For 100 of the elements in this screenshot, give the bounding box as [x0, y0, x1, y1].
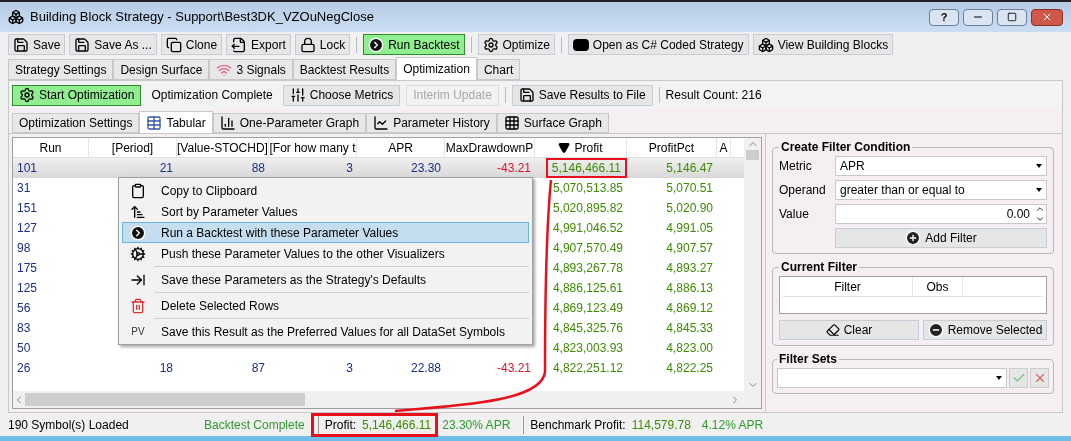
- table-cell: 5,070,513.85: [552, 181, 623, 195]
- filter-set-dropdown[interactable]: [777, 368, 1007, 388]
- menu-item[interactable]: Delete Selected Rows: [122, 295, 529, 321]
- table-icon: [146, 114, 163, 131]
- tab[interactable]: Design Surface: [113, 59, 210, 80]
- menu-item[interactable]: Save these Parameters as the Strategy's Defaults: [122, 269, 529, 295]
- operand-dropdown[interactable]: greater than or equal to: [835, 180, 1047, 200]
- scrollbar-thumb[interactable]: [746, 150, 759, 160]
- toolbar-button[interactable]: Optimize: [477, 34, 555, 55]
- column-header[interactable]: [For how many t: [269, 138, 357, 157]
- close-icon: [1041, 11, 1053, 23]
- column-header[interactable]: Obs: [913, 277, 963, 296]
- value-spinner[interactable]: 0.00: [835, 204, 1047, 224]
- tab[interactable]: Backtest Results: [292, 59, 397, 80]
- toolbar-button[interactable]: Save: [8, 34, 66, 55]
- table-cell: 4,823,003.93: [552, 341, 623, 355]
- table-cell: -43.21: [496, 361, 531, 375]
- clear-button[interactable]: Clear: [779, 320, 919, 340]
- vertical-scrollbar[interactable]: [744, 138, 761, 391]
- field-label: Value: [779, 206, 810, 223]
- check-icon: [1011, 371, 1026, 385]
- gear-icon: [482, 36, 499, 53]
- menu-item[interactable]: PV Save this Result as the Preferred Values for all DataSet Symbols: [122, 321, 529, 342]
- table-row[interactable]: 26 18 87 3 22.88 -43.21 4,822,251.12 4,822.25: [13, 358, 744, 378]
- add-filter-button[interactable]: Add Filter: [835, 228, 1047, 248]
- tab[interactable]: Parameter History: [366, 113, 497, 133]
- toolbar-button[interactable]: Save As ...: [69, 34, 157, 55]
- table-cell: 4,822.25: [666, 361, 713, 375]
- toolbar-button[interactable]: Clone: [160, 34, 223, 55]
- tab[interactable]: Optimization Settings: [12, 113, 140, 133]
- play-circle-icon: [130, 224, 146, 241]
- tab[interactable]: Optimization: [396, 57, 477, 80]
- column-header[interactable]: Filter: [783, 277, 913, 296]
- eraser-icon: [825, 323, 840, 337]
- optimization-status: Optimization Complete: [150, 87, 274, 104]
- column-header[interactable]: [Value-STOCHD]: [177, 138, 269, 157]
- table-cell: 21: [159, 161, 173, 175]
- scrollbar-thumb[interactable]: [25, 393, 305, 406]
- toolbar-button[interactable]: Export: [226, 34, 291, 55]
- column-header[interactable]: [Period]: [89, 138, 177, 157]
- column-header[interactable]: A: [717, 138, 731, 157]
- column-header[interactable]: MaxDrawdownP: [445, 138, 535, 157]
- horizontal-scrollbar[interactable]: [13, 391, 761, 408]
- delete-button[interactable]: [1030, 368, 1049, 388]
- minus-circle-icon: [927, 322, 944, 338]
- tab[interactable]: Surface Graph: [496, 113, 609, 133]
- save-icon: [13, 36, 29, 53]
- tab[interactable]: Chart: [476, 59, 521, 80]
- save-icon: [74, 36, 91, 53]
- menu-item[interactable]: Sort by Parameter Values: [122, 201, 529, 222]
- table-cell: 4,991,046.52: [552, 221, 623, 235]
- toolbar-button[interactable]: View Building Blocks: [752, 34, 894, 55]
- group-title: Create Filter Condition: [780, 139, 912, 156]
- table-cell: 23.30: [410, 161, 441, 175]
- app-icon: [8, 9, 24, 25]
- close-button[interactable]: [1031, 8, 1063, 26]
- table-cell: 4,907.57: [666, 241, 713, 255]
- help-button[interactable]: ?: [929, 8, 959, 26]
- field-label: Operand: [779, 182, 827, 199]
- tab[interactable]: 3 Signals: [209, 59, 293, 80]
- table-row[interactable]: 101 21 88 3 23.30 -43.21 5,146,466.11 5,146.47: [13, 158, 744, 178]
- dropdown-arrow-icon: [1036, 164, 1042, 168]
- grid-icon: [503, 115, 520, 131]
- menu-item[interactable]: Run a Backtest with these Parameter Values: [122, 222, 529, 243]
- field-label: Metric: [779, 158, 813, 175]
- status-value: 23.30% APR: [442, 416, 511, 434]
- apply-button[interactable]: [1009, 368, 1028, 388]
- column-header[interactable]: Run: [13, 138, 89, 157]
- table-cell: 50: [17, 341, 31, 355]
- remove-selected-button[interactable]: Remove Selected: [923, 320, 1047, 340]
- save-icon: [518, 87, 535, 103]
- table-cell: -43.21: [496, 161, 531, 175]
- toolbar-button[interactable]: Choose Metrics: [282, 84, 401, 106]
- minimize-button[interactable]: [963, 8, 993, 26]
- bar-chart-icon: [219, 115, 236, 131]
- sliders-icon: [289, 87, 306, 103]
- status-label: Benchmark Profit:: [530, 416, 626, 434]
- status-value: 114,579.78: [631, 416, 691, 434]
- tab[interactable]: Strategy Settings: [8, 59, 114, 80]
- tab[interactable]: Tabular: [139, 111, 213, 133]
- table-cell: 3: [346, 161, 353, 175]
- blocks-icon: [757, 36, 774, 53]
- status-label: Profit:: [324, 416, 357, 434]
- maximize-button[interactable]: [997, 8, 1027, 26]
- menu-item[interactable]: Push these Parameter Values to the other Visualizers: [122, 243, 529, 269]
- copy-icon: [165, 36, 182, 53]
- table-cell: 4,823.00: [666, 341, 713, 355]
- metric-dropdown[interactable]: APR: [835, 156, 1047, 176]
- column-header[interactable]: APR: [357, 138, 445, 157]
- tab[interactable]: One-Parameter Graph: [212, 113, 367, 133]
- start-optimization-button[interactable]: Start Optimization: [12, 84, 142, 106]
- toolbar-button[interactable]: Open as C# Coded Strategy: [567, 34, 749, 55]
- export-icon: [231, 36, 248, 53]
- toolbar-button[interactable]: Run Backtest: [363, 34, 465, 55]
- toolbar-button[interactable]: Save Results to File: [511, 84, 653, 106]
- toolbar-button[interactable]: Lock: [294, 34, 351, 55]
- menu-item[interactable]: Copy to Clipboard: [122, 180, 529, 201]
- column-header[interactable]: Profit: [535, 138, 627, 157]
- column-header[interactable]: ProfitPct: [627, 138, 717, 157]
- table-cell: 3: [346, 361, 353, 375]
